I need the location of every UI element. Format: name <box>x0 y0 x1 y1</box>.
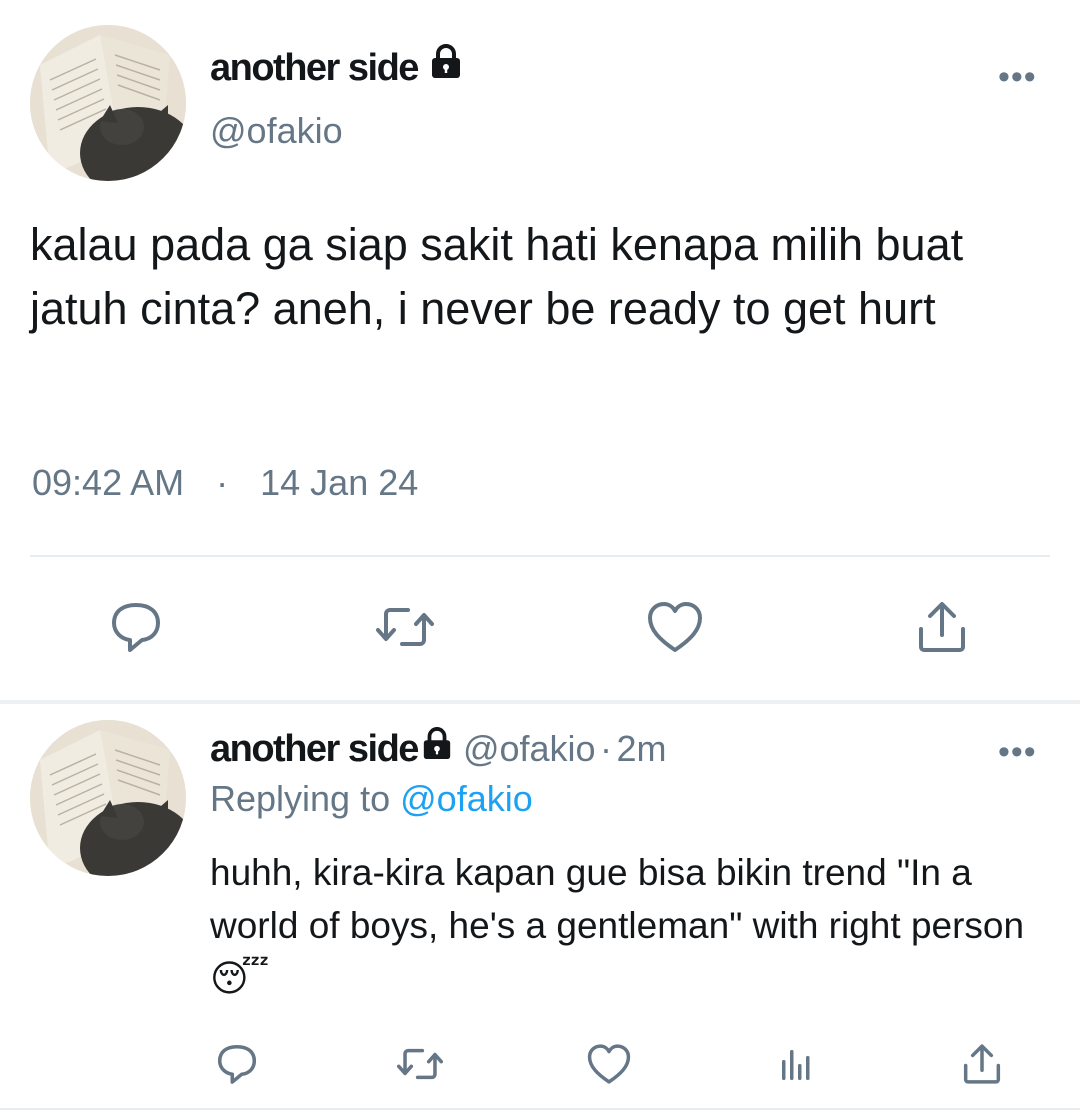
more-options-button[interactable]: ••• <box>998 60 1037 94</box>
lock-icon <box>423 727 451 760</box>
share-icon <box>919 602 965 652</box>
tweet-text: kalau pada ga siap sakit hati kenapa mil… <box>30 219 964 334</box>
avatar[interactable] <box>30 25 186 181</box>
avatar-image <box>30 720 186 876</box>
reply-text-block: huhh, kira-kira kapan gue bisa bikin tre… <box>210 846 1040 1005</box>
replying-to-label: Replying to <box>210 778 391 819</box>
replying-to: Replying to @ofakio <box>210 778 533 820</box>
share-button[interactable] <box>912 597 972 657</box>
reply-age: 2m <box>616 728 667 769</box>
reply-reply-button[interactable] <box>212 1040 262 1088</box>
divider <box>30 555 1050 557</box>
tweet-time[interactable]: 09:42 AM <box>32 462 184 503</box>
reply-header: another side @ofakio · 2m <box>210 727 666 771</box>
reply-separator: · <box>600 728 613 769</box>
section-divider <box>0 700 1080 704</box>
sleeping-face-emoji: 😴 <box>210 958 270 999</box>
retweet-icon <box>376 608 434 646</box>
like-icon <box>648 602 702 652</box>
reply-text: huhh, kira-kira kapan gue bisa bikin tre… <box>210 852 1025 946</box>
analytics-icon <box>782 1050 810 1080</box>
user-handle[interactable]: @ofakio <box>210 110 343 152</box>
reply-avatar[interactable] <box>30 720 186 876</box>
tweet-meta: 09:42 AM · 14 Jan 24 <box>32 462 418 504</box>
reply-like-button[interactable] <box>584 1040 634 1088</box>
analytics-button[interactable] <box>772 1040 820 1088</box>
tweet-date[interactable]: 14 Jan 24 <box>260 462 418 503</box>
reply-more-options-button[interactable]: ••• <box>998 735 1037 769</box>
retweet-button[interactable] <box>370 597 440 657</box>
meta-separator: · <box>216 462 229 503</box>
like-button[interactable] <box>644 597 706 657</box>
like-icon <box>587 1044 631 1084</box>
lock-icon <box>432 44 461 78</box>
bottom-divider <box>0 1108 1080 1110</box>
reply-handle[interactable]: @ofakio <box>463 728 596 769</box>
replying-to-handle[interactable]: @ofakio <box>400 778 533 819</box>
reply-display-name[interactable]: another side <box>210 728 419 770</box>
reply-icon <box>112 603 160 652</box>
reply-share-button[interactable] <box>958 1040 1006 1088</box>
reply-retweet-button[interactable] <box>392 1040 448 1088</box>
reply-button[interactable] <box>106 597 166 657</box>
share-icon <box>963 1044 1001 1084</box>
retweet-icon <box>396 1048 444 1080</box>
display-name[interactable]: another side <box>210 44 463 90</box>
reply-icon <box>217 1044 257 1084</box>
avatar-image <box>30 25 186 181</box>
